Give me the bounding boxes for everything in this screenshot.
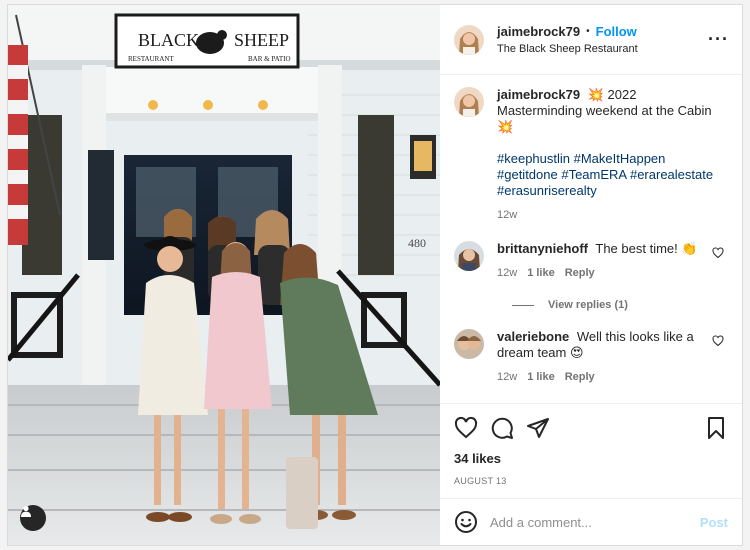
post-details-panel: jaimebrock79 • Follow The Black Sheep Re… bbox=[440, 5, 742, 545]
caption-hashtags[interactable]: #keephustlin #MakeItHappen #getitdone #T… bbox=[497, 151, 728, 199]
post-date[interactable]: AUGUST 13 bbox=[440, 472, 742, 486]
comment-item: brittanyniehoff The best time! 👏 12w 1 l… bbox=[454, 241, 728, 281]
more-options-icon[interactable]: ··· bbox=[708, 29, 728, 50]
emoji-icon[interactable] bbox=[454, 510, 478, 534]
post-header: jaimebrock79 • Follow The Black Sheep Re… bbox=[440, 5, 742, 75]
post-photo[interactable]: BLACK SHEEP RESTAURANT BAR & PATIO 480 bbox=[8, 5, 440, 545]
comment-heart-icon[interactable] bbox=[712, 335, 724, 347]
comment-text: The best time! 👏 bbox=[595, 241, 698, 256]
heart-icon[interactable] bbox=[454, 416, 478, 440]
bookmark-icon[interactable] bbox=[704, 416, 728, 440]
replies-line bbox=[512, 304, 534, 306]
comment-item: valeriebone Well this looks like a dream… bbox=[454, 329, 728, 385]
commenter-username[interactable]: valeriebone bbox=[497, 329, 569, 344]
sign-restaurant: RESTAURANT bbox=[128, 55, 174, 63]
tagged-users-button[interactable] bbox=[20, 505, 46, 531]
commenter-username[interactable]: brittanyniehoff bbox=[497, 241, 588, 256]
caption-avatar[interactable] bbox=[454, 87, 484, 117]
caption-time[interactable]: 12w bbox=[497, 207, 517, 223]
address-number: 480 bbox=[408, 236, 426, 250]
action-bar bbox=[440, 403, 742, 451]
follow-button[interactable]: Follow bbox=[596, 24, 637, 39]
comment-composer: Post bbox=[440, 498, 742, 545]
view-replies-button[interactable]: View replies (1) bbox=[512, 299, 728, 311]
commenter-avatar[interactable] bbox=[454, 241, 484, 271]
post-location[interactable]: The Black Sheep Restaurant bbox=[497, 43, 708, 55]
sign-word-sheep: SHEEP bbox=[234, 30, 289, 50]
comment-time[interactable]: 12w bbox=[497, 369, 517, 385]
caption-username[interactable]: jaimebrock79 bbox=[497, 87, 580, 102]
comment-likes[interactable]: 1 like bbox=[527, 265, 555, 281]
sign-bar-patio: BAR & PATIO bbox=[248, 55, 291, 63]
comment-time[interactable]: 12w bbox=[497, 265, 517, 281]
instagram-post: BLACK SHEEP RESTAURANT BAR & PATIO 480 j… bbox=[7, 4, 743, 546]
separator-dot: • bbox=[586, 26, 590, 37]
sign-word-black: BLACK bbox=[138, 30, 199, 50]
likes-count[interactable]: 34 likes bbox=[440, 451, 742, 466]
comment-likes[interactable]: 1 like bbox=[527, 369, 555, 385]
post-comment-button[interactable]: Post bbox=[700, 515, 728, 530]
comment-heart-icon[interactable] bbox=[712, 247, 724, 259]
comment-icon[interactable] bbox=[490, 416, 514, 440]
commenter-avatar[interactable] bbox=[454, 329, 484, 359]
comment-input[interactable] bbox=[490, 514, 700, 530]
reply-button[interactable]: Reply bbox=[565, 265, 595, 281]
user-tag-icon bbox=[21, 505, 31, 517]
share-icon[interactable] bbox=[526, 416, 550, 440]
photo-illustration: BLACK SHEEP RESTAURANT BAR & PATIO 480 bbox=[8, 5, 440, 545]
author-username[interactable]: jaimebrock79 bbox=[497, 24, 580, 39]
comments-list[interactable]: jaimebrock79 💥 2022 Masterminding weeken… bbox=[440, 75, 742, 403]
view-replies-label: View replies (1) bbox=[548, 299, 628, 311]
caption: jaimebrock79 💥 2022 Masterminding weeken… bbox=[454, 87, 728, 223]
author-avatar[interactable] bbox=[454, 24, 484, 55]
reply-button[interactable]: Reply bbox=[565, 369, 595, 385]
